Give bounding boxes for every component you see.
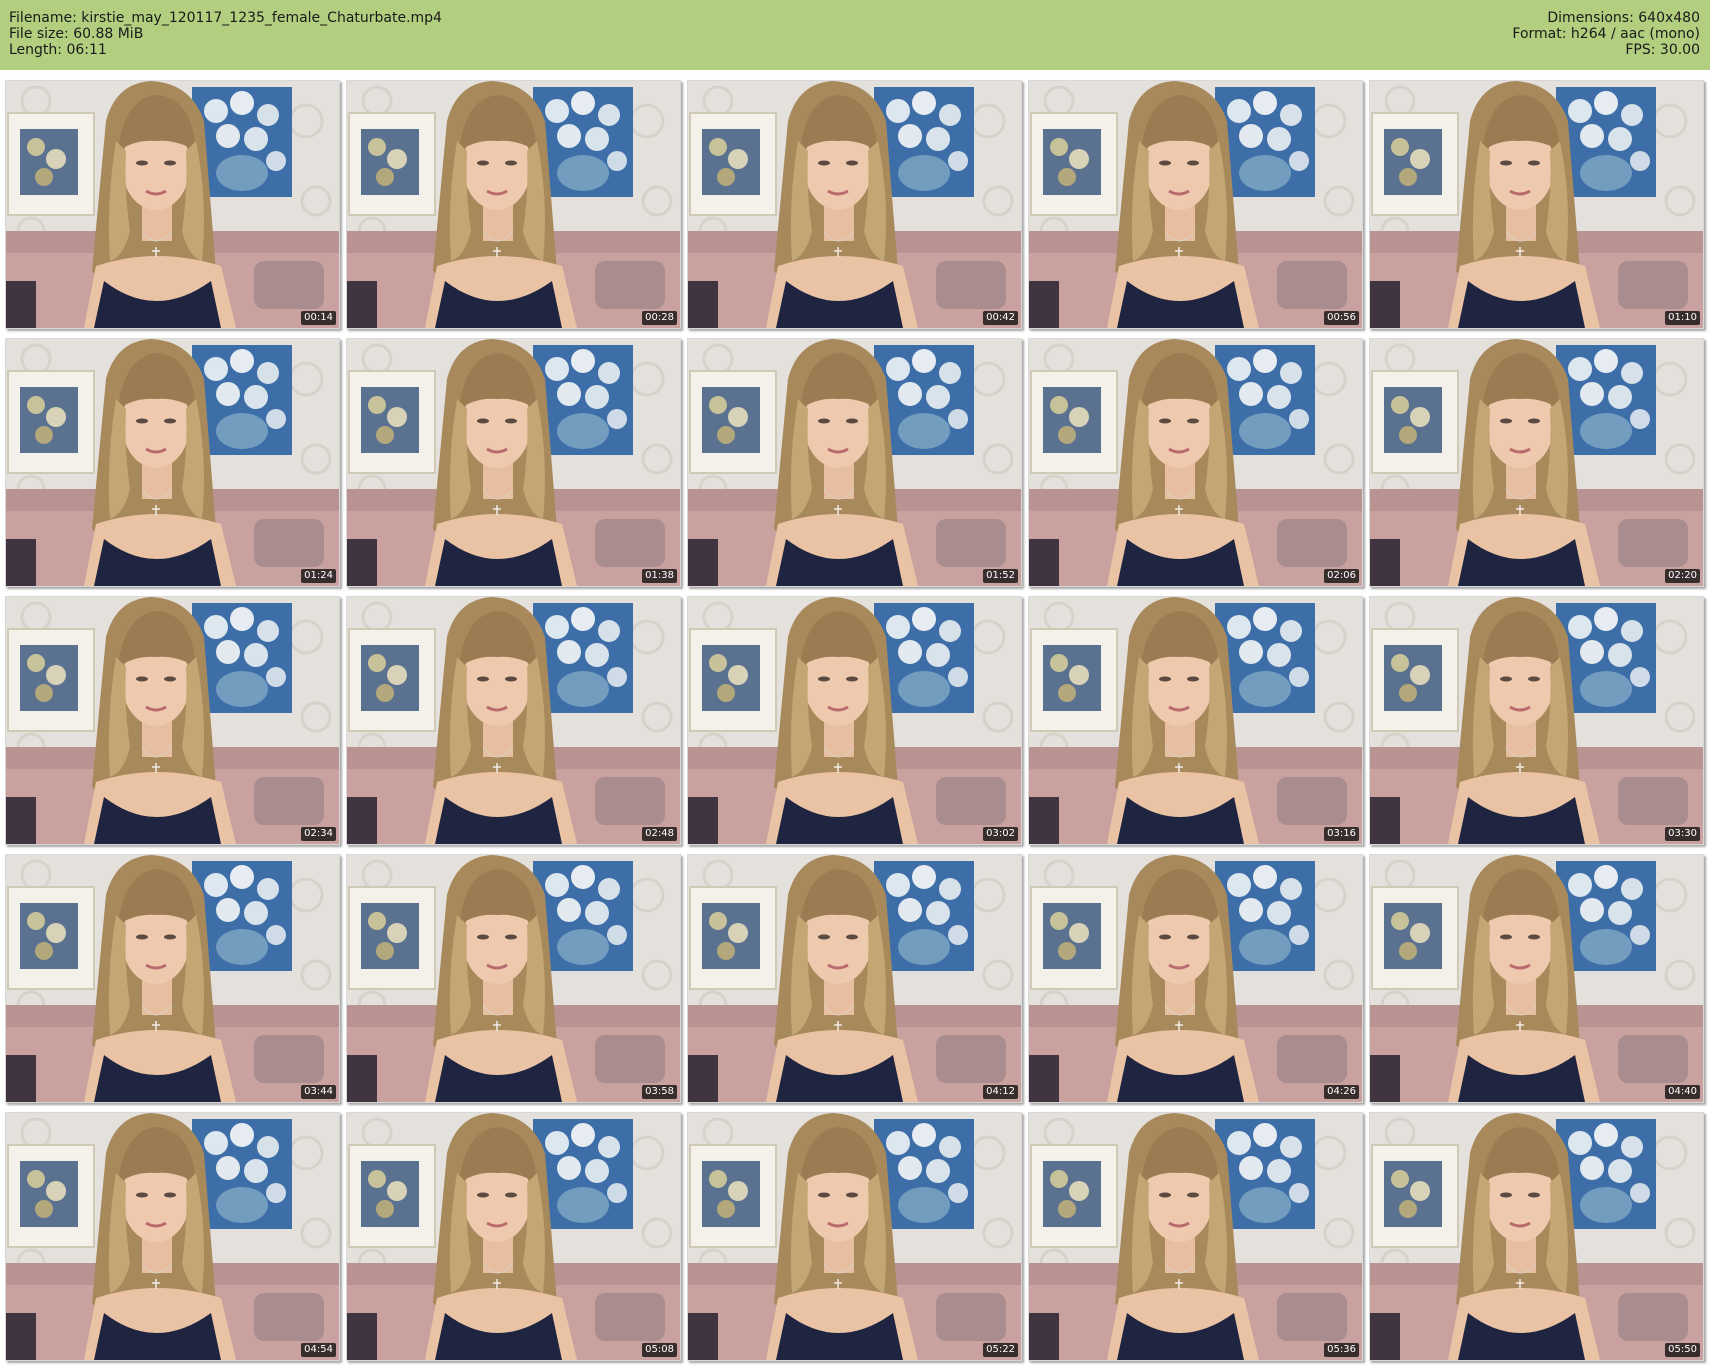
timestamp-label: 03:58 <box>642 1085 677 1099</box>
frame-image <box>688 597 1021 844</box>
video-thumbnail-16[interactable]: 03:44 <box>5 854 340 1103</box>
video-thumbnail-5[interactable]: 01:10 <box>1369 80 1704 329</box>
video-thumbnail-11[interactable]: 02:34 <box>5 596 340 845</box>
frame-image <box>1029 339 1362 586</box>
timestamp-label: 05:08 <box>642 1343 677 1357</box>
timestamp-label: 05:36 <box>1324 1343 1359 1357</box>
timestamp-label: 00:56 <box>1324 311 1359 325</box>
video-thumbnail-9[interactable]: 02:06 <box>1028 338 1363 587</box>
timestamp-label: 01:38 <box>642 569 677 583</box>
frame-image <box>347 597 680 844</box>
video-thumbnail-1[interactable]: 00:14 <box>5 80 340 329</box>
frame-image <box>6 1113 339 1360</box>
frame-image <box>688 855 1021 1102</box>
frame-image <box>688 339 1021 586</box>
frame-image <box>1370 81 1703 328</box>
frame-image <box>1029 597 1362 844</box>
video-thumbnail-7[interactable]: 01:38 <box>346 338 681 587</box>
timestamp-label: 04:26 <box>1324 1085 1359 1099</box>
frame-image <box>6 855 339 1102</box>
frame-image <box>1029 81 1362 328</box>
format-text: Format: h264 / aac (mono) <box>1512 26 1700 42</box>
timestamp-label: 04:54 <box>301 1343 336 1357</box>
frame-image <box>1370 855 1703 1102</box>
length-text: Length: 06:11 <box>9 42 107 58</box>
frame-image <box>1370 339 1703 586</box>
frame-image <box>347 855 680 1102</box>
frame-image <box>1029 1113 1362 1360</box>
timestamp-label: 02:34 <box>301 827 336 841</box>
video-thumbnail-20[interactable]: 04:40 <box>1369 854 1704 1103</box>
video-thumbnail-14[interactable]: 03:16 <box>1028 596 1363 845</box>
video-thumbnail-15[interactable]: 03:30 <box>1369 596 1704 845</box>
frame-image <box>347 81 680 328</box>
video-thumbnail-18[interactable]: 04:12 <box>687 854 1022 1103</box>
filesize-text: File size: 60.88 MiB <box>9 26 144 42</box>
thumbnail-grid: 00:14 00:28 00:42 00:56 01:10 01:24 01:3… <box>5 80 1704 1361</box>
timestamp-label: 03:44 <box>301 1085 336 1099</box>
file-info-left: Filename: kirstie_may_120117_1235_female… <box>9 10 442 58</box>
timestamp-label: 04:40 <box>1665 1085 1700 1099</box>
file-info-right: Dimensions: 640x480 Format: h264 / aac (… <box>1512 10 1700 58</box>
timestamp-label: 05:22 <box>983 1343 1018 1357</box>
video-thumbnail-21[interactable]: 04:54 <box>5 1112 340 1361</box>
frame-image <box>1370 597 1703 844</box>
timestamp-label: 01:10 <box>1665 311 1700 325</box>
timestamp-label: 00:42 <box>983 311 1018 325</box>
filename-text: Filename: kirstie_may_120117_1235_female… <box>9 10 442 26</box>
frame-image <box>6 81 339 328</box>
info-header: Filename: kirstie_may_120117_1235_female… <box>0 0 1710 70</box>
timestamp-label: 01:52 <box>983 569 1018 583</box>
video-thumbnail-23[interactable]: 05:22 <box>687 1112 1022 1361</box>
timestamp-label: 03:30 <box>1665 827 1700 841</box>
timestamp-label: 04:12 <box>983 1085 1018 1099</box>
video-thumbnail-2[interactable]: 00:28 <box>346 80 681 329</box>
timestamp-label: 05:50 <box>1665 1343 1700 1357</box>
frame-image <box>688 1113 1021 1360</box>
video-thumbnail-17[interactable]: 03:58 <box>346 854 681 1103</box>
frame-image <box>6 597 339 844</box>
timestamp-label: 02:48 <box>642 827 677 841</box>
timestamp-label: 02:06 <box>1324 569 1359 583</box>
timestamp-label: 03:16 <box>1324 827 1359 841</box>
timestamp-label: 03:02 <box>983 827 1018 841</box>
frame-image <box>347 1113 680 1360</box>
video-thumbnail-4[interactable]: 00:56 <box>1028 80 1363 329</box>
video-thumbnail-24[interactable]: 05:36 <box>1028 1112 1363 1361</box>
video-thumbnail-25[interactable]: 05:50 <box>1369 1112 1704 1361</box>
frame-image <box>6 339 339 586</box>
frame-image <box>347 339 680 586</box>
video-thumbnail-19[interactable]: 04:26 <box>1028 854 1363 1103</box>
frame-image <box>688 81 1021 328</box>
video-thumbnail-12[interactable]: 02:48 <box>346 596 681 845</box>
video-thumbnail-6[interactable]: 01:24 <box>5 338 340 587</box>
video-thumbnail-3[interactable]: 00:42 <box>687 80 1022 329</box>
timestamp-label: 00:14 <box>301 311 336 325</box>
timestamp-label: 02:20 <box>1665 569 1700 583</box>
video-thumbnail-8[interactable]: 01:52 <box>687 338 1022 587</box>
frame-image <box>1029 855 1362 1102</box>
dimensions-text: Dimensions: 640x480 <box>1547 10 1700 26</box>
frame-image <box>1370 1113 1703 1360</box>
fps-text: FPS: 30.00 <box>1625 42 1700 58</box>
timestamp-label: 01:24 <box>301 569 336 583</box>
video-thumbnail-13[interactable]: 03:02 <box>687 596 1022 845</box>
video-thumbnail-22[interactable]: 05:08 <box>346 1112 681 1361</box>
timestamp-label: 00:28 <box>642 311 677 325</box>
video-thumbnail-10[interactable]: 02:20 <box>1369 338 1704 587</box>
